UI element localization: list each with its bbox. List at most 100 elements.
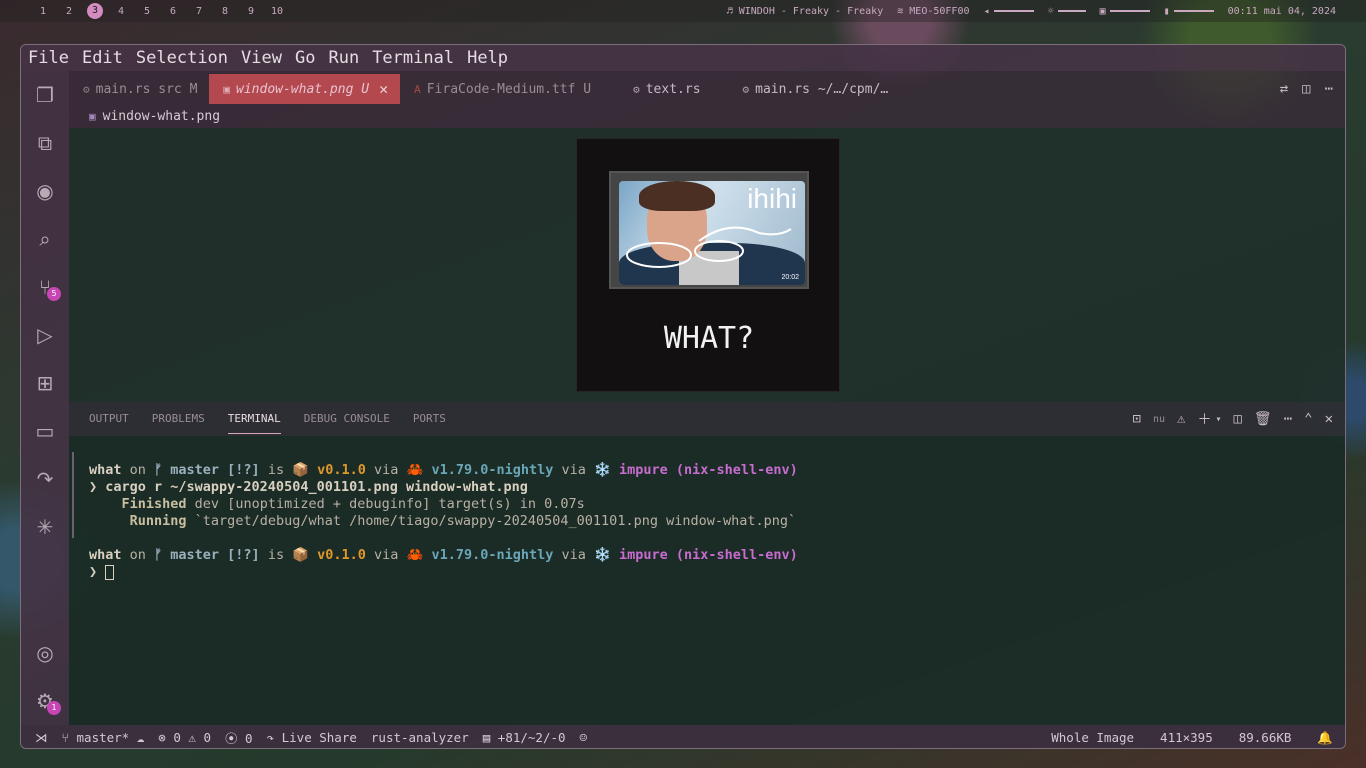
panel-actions: ⊡ nu ⚠ ＋ ▾ ◫ 🗑 ⋯ ⌃ ✕ bbox=[1133, 402, 1333, 436]
font-file-icon: A bbox=[414, 82, 421, 96]
problems-indicator[interactable]: ⊗ 0 ⚠ 0 bbox=[158, 730, 211, 745]
photo-hair bbox=[639, 181, 715, 211]
git-changes[interactable]: ▤ +81/~2/-0 bbox=[483, 730, 566, 745]
rust-analyzer-status[interactable]: rust-analyzer bbox=[371, 730, 469, 745]
image-filesize: 89.66KB bbox=[1238, 730, 1292, 745]
menu-help[interactable]: Help bbox=[467, 48, 508, 68]
menu-edit[interactable]: Edit bbox=[82, 48, 123, 68]
tab-output[interactable]: OUTPUT bbox=[89, 402, 129, 436]
photo: ihihi 20:02 bbox=[619, 181, 805, 285]
caption: WHAT? bbox=[663, 321, 755, 356]
live-share-button[interactable]: ↷ Live Share bbox=[267, 730, 357, 745]
workspace-2[interactable]: 2 bbox=[56, 6, 82, 17]
workspace-10[interactable]: 10 bbox=[264, 6, 290, 17]
more-actions-icon[interactable]: ⋯ bbox=[1284, 411, 1292, 427]
trash-icon[interactable]: 🗑 bbox=[1254, 411, 1272, 427]
rust-file-icon: ⚙ bbox=[633, 82, 640, 96]
brightness-slider[interactable] bbox=[1057, 9, 1086, 12]
menu-go[interactable]: Go bbox=[295, 48, 315, 68]
memory-bar bbox=[1109, 9, 1150, 12]
status-bar: ⋊ ⑂ master* ☁ ⊗ 0 ⚠ 0 ⦿ 0 ↷ Live Share r… bbox=[21, 725, 1345, 748]
remote-icon[interactable]: ▭ bbox=[33, 419, 57, 443]
terminal-shell-icon[interactable]: ⊡ bbox=[1133, 411, 1141, 427]
brightness-icon: ☼ bbox=[1047, 5, 1054, 17]
workspace-6[interactable]: 6 bbox=[160, 6, 186, 17]
warning-icon[interactable]: ⚠ bbox=[1177, 411, 1185, 427]
workspace-8[interactable]: 8 bbox=[212, 6, 238, 17]
terminal-output[interactable]: what on ᚠ master [!?] is 📦 v0.1.0 via 🦀 … bbox=[89, 462, 1329, 581]
shell-name[interactable]: nu bbox=[1153, 414, 1165, 425]
top-bar-right: ♬ WINDOH - Freaky - Freaky ≋ MEO-50FF00 … bbox=[727, 0, 1336, 22]
more-actions-icon[interactable]: ⋯ bbox=[1325, 81, 1333, 97]
ports-indicator[interactable]: ⦿ 0 bbox=[225, 728, 253, 747]
now-playing[interactable]: ♬ WINDOH - Freaky - Freaky bbox=[727, 6, 884, 17]
memory-icon: ▣ bbox=[1099, 5, 1106, 17]
brightness-control[interactable]: ☼ bbox=[1048, 6, 1086, 17]
tab-window-what-png[interactable]: ▣ window-what.png U ✕ bbox=[209, 74, 401, 104]
branch-indicator[interactable]: ⑂ master* ☁ bbox=[62, 730, 145, 745]
search-icon[interactable]: ⌕ bbox=[33, 227, 57, 251]
notifications-bell-icon[interactable]: 🔔 bbox=[1317, 730, 1333, 746]
workspace-9[interactable]: 9 bbox=[238, 6, 264, 17]
open-changes-icon[interactable]: ⇄ bbox=[1280, 81, 1288, 97]
menu-selection[interactable]: Selection bbox=[136, 48, 228, 68]
image-zoom-mode[interactable]: Whole Image bbox=[1051, 730, 1134, 745]
volume-control[interactable]: ◂ bbox=[984, 6, 1034, 17]
tab-problems[interactable]: PROBLEMS bbox=[152, 402, 205, 436]
input-line[interactable]: ❯ bbox=[89, 564, 1329, 581]
tab-ports[interactable]: PORTS bbox=[413, 402, 446, 436]
volume-slider[interactable] bbox=[993, 9, 1034, 12]
explorer-icon[interactable]: ❐ bbox=[33, 83, 57, 107]
tab-terminal[interactable]: TERMINAL bbox=[227, 402, 281, 436]
extensions-icon[interactable]: ⊞ bbox=[33, 371, 57, 395]
workspace-1[interactable]: 1 bbox=[30, 6, 56, 17]
breadcrumb-item[interactable]: window-what.png bbox=[103, 109, 220, 124]
tab-firacode-ttf[interactable]: A FiraCode-Medium.ttf U bbox=[400, 74, 603, 104]
maximize-panel-icon[interactable]: ⌃ bbox=[1304, 411, 1312, 427]
tab-main-rs[interactable]: ⚙ main.rs src M bbox=[69, 74, 209, 104]
workspace-4[interactable]: 4 bbox=[108, 6, 134, 17]
menu-run[interactable]: Run bbox=[328, 48, 359, 68]
live-share-icon[interactable]: ↷ bbox=[33, 467, 57, 491]
kubernetes-icon[interactable]: ✳ bbox=[33, 515, 57, 539]
feedback-icon[interactable]: ☺ bbox=[580, 730, 588, 745]
split-terminal-icon[interactable]: ◫ bbox=[1233, 411, 1241, 427]
remote-indicator-icon[interactable]: ⋊ bbox=[35, 730, 48, 745]
breadcrumb: ▣ window-what.png bbox=[69, 104, 1345, 128]
menu-file[interactable]: File bbox=[28, 48, 69, 68]
image-dimensions: 411×395 bbox=[1160, 730, 1213, 745]
close-panel-icon[interactable]: ✕ bbox=[1325, 411, 1333, 427]
clock: 00:11 mai 04, 2024 bbox=[1227, 5, 1336, 17]
run-debug-icon[interactable]: ▷ bbox=[33, 323, 57, 347]
workspace-5[interactable]: 5 bbox=[134, 6, 160, 17]
new-terminal-icon[interactable]: ＋ bbox=[1197, 409, 1211, 429]
settings-gear-icon[interactable]: ⚙ 1 bbox=[33, 689, 61, 715]
workspace-7[interactable]: 7 bbox=[186, 6, 212, 17]
tab-label: main.rs bbox=[95, 81, 151, 97]
menu-view[interactable]: View bbox=[241, 48, 282, 68]
screenshot-thumbnail: ihihi 20:02 bbox=[609, 171, 809, 289]
chevron-down-icon[interactable]: ▾ bbox=[1215, 414, 1221, 425]
tab-debug-console[interactable]: DEBUG CONSOLE bbox=[304, 402, 390, 436]
menu-terminal[interactable]: Terminal bbox=[372, 48, 454, 68]
github-icon[interactable]: ◉ bbox=[33, 179, 57, 203]
split-editor-icon[interactable]: ◫ bbox=[1302, 81, 1310, 97]
workspace-switcher: 1 2 3 4 5 6 7 8 9 10 bbox=[30, 3, 290, 19]
close-icon[interactable]: ✕ bbox=[379, 80, 388, 98]
volume-icon: ◂ bbox=[983, 5, 990, 17]
tab-text-rs[interactable]: ⚙ text.rs bbox=[603, 74, 712, 104]
tab-detail: src bbox=[158, 81, 182, 97]
command-line: ❯ cargo r ~/swappy-20240504_001101.png w… bbox=[89, 479, 528, 495]
source-control-badge: 5 bbox=[47, 287, 61, 301]
wifi-status[interactable]: ≋ MEO-50FF00 bbox=[897, 6, 969, 17]
broadcast-icon: ⦿ bbox=[225, 731, 246, 746]
source-control-icon[interactable]: ⑂ 5 bbox=[33, 275, 61, 301]
image-preview-area: ihihi 20:02 WHAT? bbox=[69, 128, 1345, 402]
panel-tabs: OUTPUT PROBLEMS TERMINAL DEBUG CONSOLE P… bbox=[69, 402, 1345, 436]
accounts-icon[interactable]: ◎ bbox=[33, 641, 57, 665]
editor-tab-bar: ⚙ main.rs src M ▣ window-what.png U ✕ A … bbox=[69, 74, 1345, 104]
remote-explorer-icon[interactable]: ⧉ bbox=[33, 131, 57, 155]
tab-main-rs-cpm[interactable]: ⚙ main.rs ~/…/cpm/… bbox=[713, 74, 901, 104]
system-top-bar: 1 2 3 4 5 6 7 8 9 10 ♬ WINDOH - Freaky -… bbox=[0, 0, 1366, 22]
workspace-3[interactable]: 3 bbox=[87, 3, 103, 19]
